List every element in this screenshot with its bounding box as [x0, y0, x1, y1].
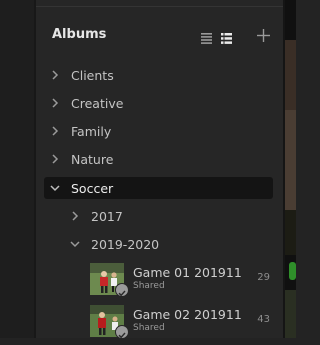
album-folder-nature[interactable]: Nature: [48, 148, 278, 170]
album-game-02[interactable]: Game 02 201911... Shared 43: [90, 305, 280, 339]
album-folder-label: Clients: [71, 67, 114, 83]
album-name: Game 02 201911...: [133, 307, 243, 322]
grid-view-icon[interactable]: [221, 29, 232, 44]
chevron-right-icon[interactable]: [48, 124, 62, 138]
chevron-right-icon[interactable]: [68, 209, 82, 223]
album-folder-label: 2017: [91, 208, 123, 224]
album-name: Game 01 201911...: [133, 265, 243, 280]
plus-icon: [257, 29, 270, 42]
left-panel-edge: [0, 0, 36, 338]
photo-preview-edge: [285, 0, 296, 338]
album-folder-creative[interactable]: Creative: [48, 92, 278, 114]
album-folder-soccer[interactable]: Soccer: [44, 177, 273, 199]
shared-badge-icon: [115, 283, 129, 297]
chevron-right-icon[interactable]: [48, 152, 62, 166]
album-folder-label: Family: [71, 123, 112, 139]
chevron-right-icon[interactable]: [48, 96, 62, 110]
album-photo-count: 43: [257, 314, 270, 325]
list-view-icon[interactable]: [201, 29, 212, 44]
shared-badge-icon: [115, 325, 129, 339]
album-folder-label: Soccer: [71, 180, 114, 196]
panel-top-divider: [36, 6, 283, 7]
album-folder-clients[interactable]: Clients: [48, 64, 278, 86]
chevron-right-icon[interactable]: [48, 68, 62, 82]
album-folder-2017[interactable]: 2017: [68, 205, 278, 227]
album-folder-label: 2019-2020: [91, 236, 160, 252]
albums-title: Albums: [52, 27, 107, 42]
album-folder-label: Nature: [71, 151, 114, 167]
album-game-01[interactable]: Game 01 201911... Shared 29: [90, 263, 280, 297]
chevron-down-icon[interactable]: [48, 181, 62, 195]
album-folder-2019-2020[interactable]: 2019-2020: [68, 233, 278, 255]
album-photo-count: 29: [257, 272, 270, 283]
album-folder-family[interactable]: Family: [48, 120, 278, 142]
chevron-down-icon[interactable]: [68, 237, 82, 251]
album-status: Shared: [133, 281, 165, 291]
album-status: Shared: [133, 323, 165, 333]
add-album-button[interactable]: [257, 27, 270, 42]
album-folder-label: Creative: [71, 95, 124, 111]
